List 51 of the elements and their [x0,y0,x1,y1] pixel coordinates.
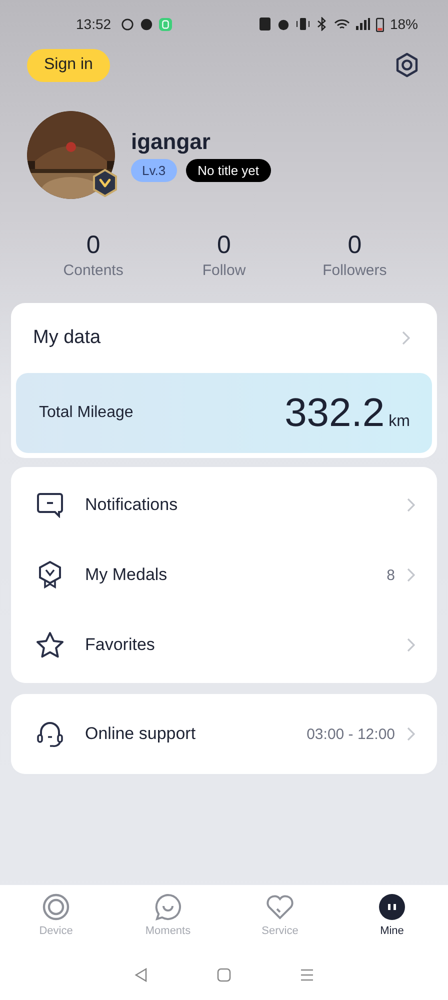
title-badge: No title yet [186,158,272,182]
stat-label: Contents [63,262,124,279]
menu-label: Favorites [85,635,156,655]
menu-label: My Medals [85,565,168,585]
mileage-unit: km [388,412,410,430]
battery-icon [376,16,384,32]
profile-icon [378,893,406,921]
star-icon [35,631,65,659]
my-data-title: My data [33,327,101,349]
chat-bubble-icon [154,893,182,921]
my-data-header[interactable]: My data [16,303,432,373]
stat-label: Follow [202,262,246,279]
menu-label: Notifications [85,495,179,515]
chevron-right-icon [407,727,415,741]
chevron-right-icon [407,568,415,582]
sign-in-button[interactable]: Sign in [27,48,110,82]
menu-item[interactable]: My Medals 8 [11,540,437,610]
heart-icon [265,893,295,921]
battery-percent: 18% [390,16,418,32]
vibrate-icon [296,17,310,31]
signal-icon [356,18,370,30]
stat-value: 0 [217,231,231,260]
menu-count: 8 [386,566,395,584]
stat-label: Followers [322,262,387,279]
app-icon [159,18,172,30]
menu-item[interactable]: Notifications [11,470,437,540]
level-badge: Lv.3 [131,158,177,182]
medal-icon [36,560,64,590]
home-icon[interactable] [216,968,231,982]
wifi-icon [334,18,350,30]
message-icon [36,492,64,518]
verified-badge-icon [92,169,118,197]
chevron-right-icon [407,638,415,652]
chevron-right-icon [402,331,410,345]
back-icon[interactable] [134,968,148,982]
menu-icon[interactable] [300,968,314,982]
headset-icon [35,720,65,748]
mileage-label: Total Mileage [39,404,134,422]
target-icon [42,893,70,921]
support-hours: 03:00 - 12:00 [306,726,395,742]
username: igangar [131,128,212,154]
bluetooth-icon [316,17,328,31]
stat-value: 0 [348,231,362,260]
chevron-right-icon [407,498,415,512]
menu-item[interactable]: Favorites [11,610,437,680]
menu-label: Online support [85,724,197,744]
stat-value: 0 [86,231,100,260]
settings-icon[interactable] [394,52,420,78]
status-time: 13:52 [76,16,112,32]
mileage-value: 332.2 [284,390,385,434]
tab[interactable]: Mine [336,893,448,950]
